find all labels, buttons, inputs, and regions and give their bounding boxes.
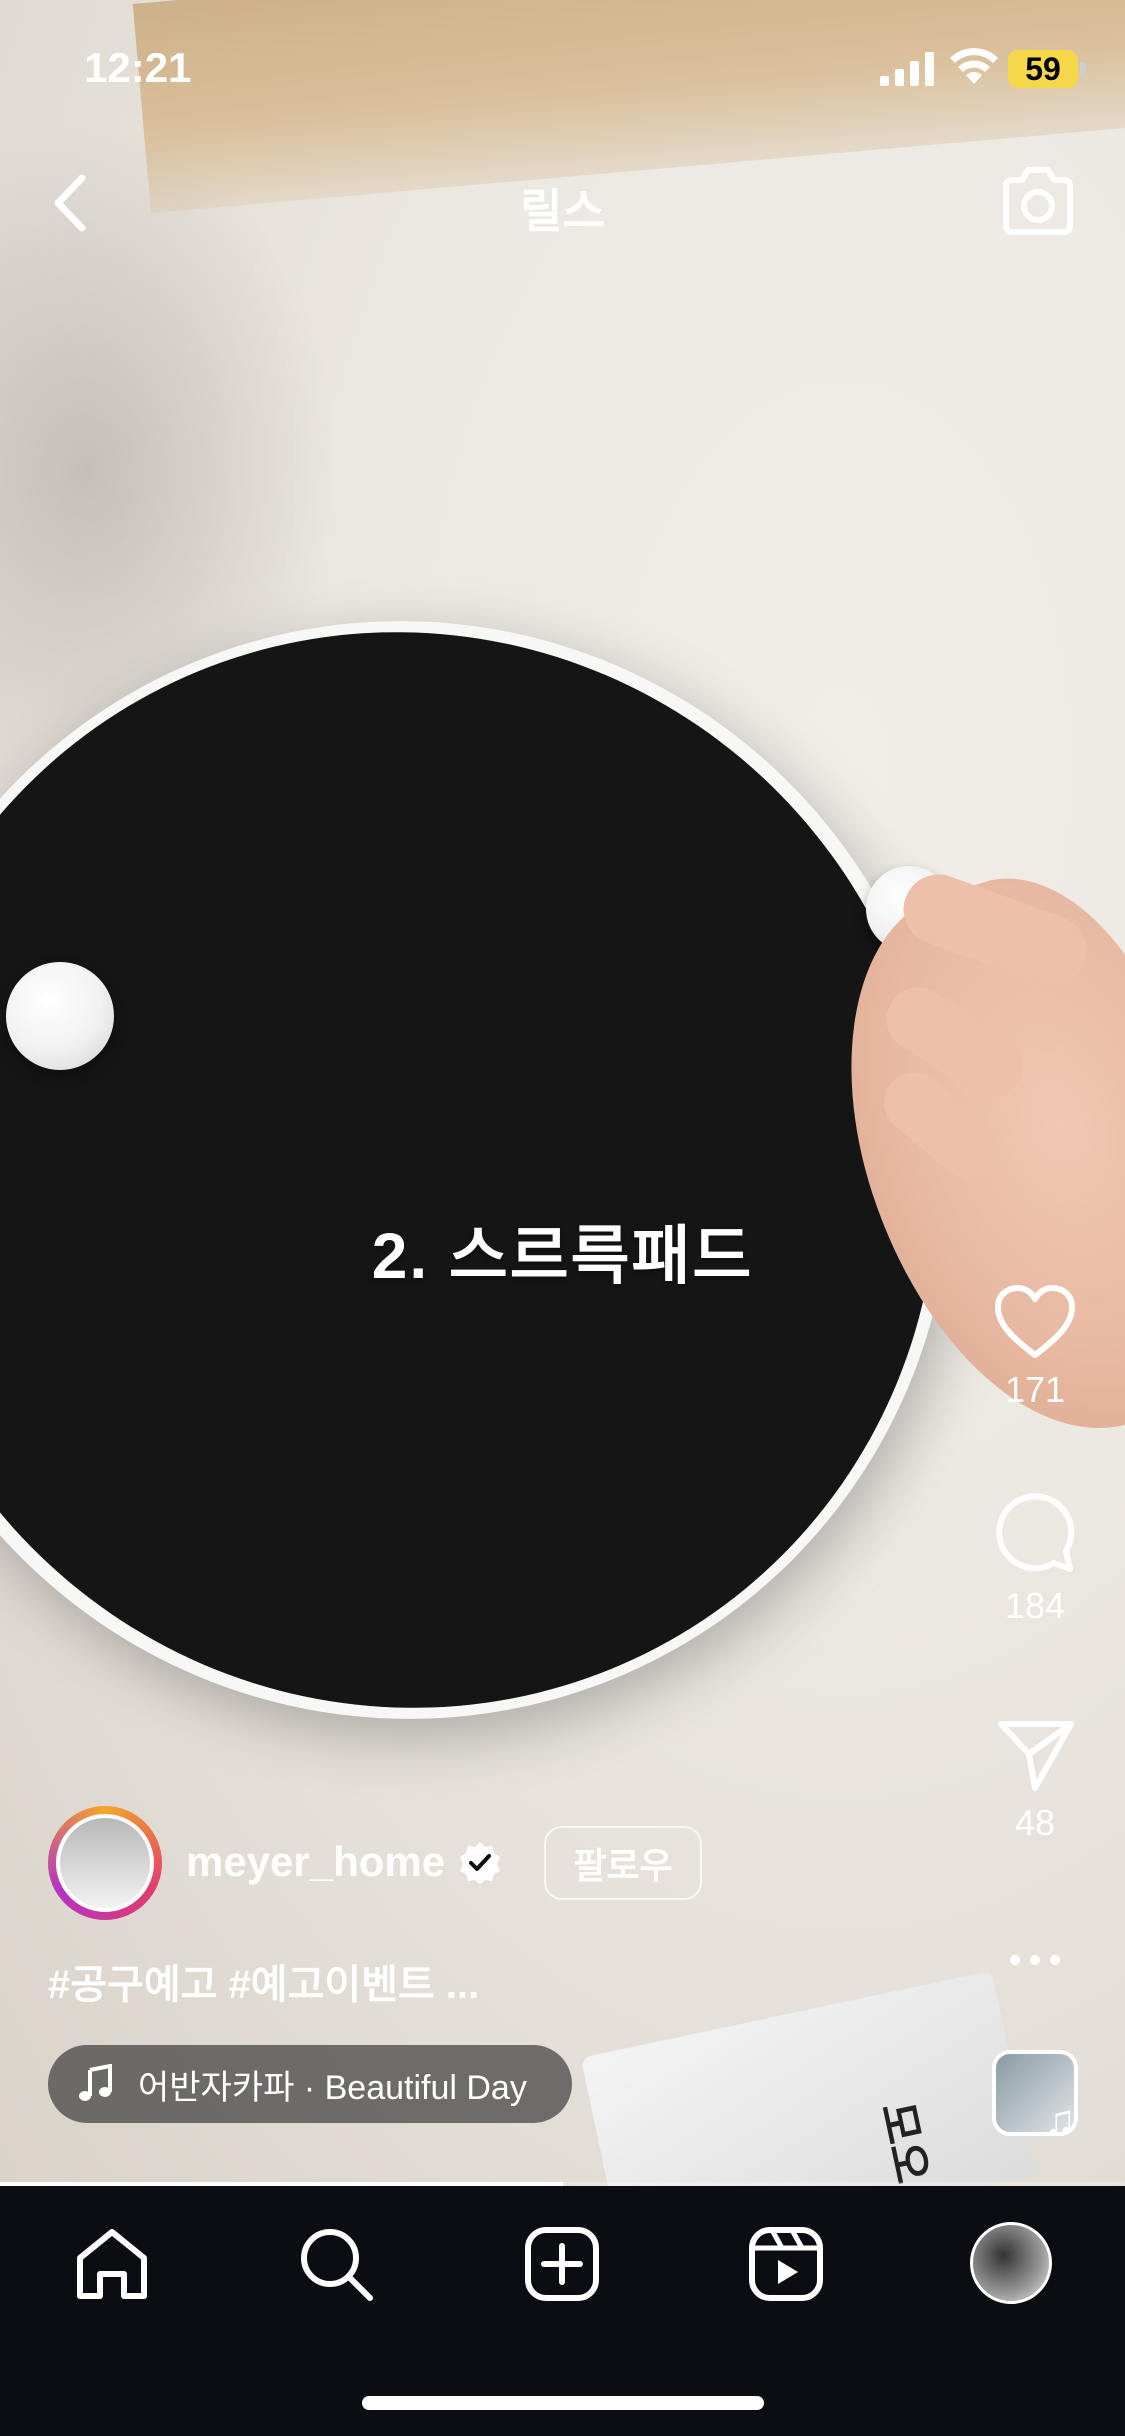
like-count: 171: [1004, 1369, 1066, 1410]
avatar[interactable]: [56, 1814, 154, 1912]
more-options-icon[interactable]: [1005, 1940, 1065, 1980]
heart-icon[interactable]: [960, 1285, 1110, 1359]
cellular-signal-icon: [880, 52, 934, 86]
music-note-icon: ♫: [1044, 2096, 1076, 2143]
home-indicator: [362, 2396, 764, 2410]
share-count: 48: [1014, 1802, 1056, 1843]
send-icon[interactable]: [960, 1718, 1110, 1792]
status-bar: 12:21 59: [0, 0, 1125, 140]
audio-label: 어반자카파 · Beautiful Day: [138, 2068, 527, 2107]
music-note-icon: [79, 2064, 112, 2101]
create-icon[interactable]: [522, 2224, 602, 2304]
video-overlay-text: 2. 스르륵패드: [371, 1220, 754, 1292]
product-bag: [580, 1970, 1036, 2186]
post-caption[interactable]: #공구예고 #예고이벤트 ...: [48, 1952, 479, 2010]
reels-icon[interactable]: [746, 2224, 826, 2304]
comment-count: 184: [1004, 1585, 1066, 1626]
profile-avatar[interactable]: [970, 2222, 1052, 2304]
audio-pill[interactable]: 어반자카파 · Beautiful Day: [48, 2045, 572, 2123]
like-action[interactable]: 171: [960, 1285, 1110, 1411]
comment-action[interactable]: 184: [960, 1493, 1110, 1627]
share-action[interactable]: 48: [960, 1718, 1110, 1844]
comment-icon[interactable]: [960, 1493, 1110, 1575]
follow-button[interactable]: 팔로우: [544, 1826, 702, 1900]
username[interactable]: meyer_home: [186, 1838, 445, 1886]
camera-icon[interactable]: [998, 164, 1078, 240]
search-icon[interactable]: [296, 2224, 376, 2304]
battery-indicator: 59: [1008, 50, 1078, 88]
slide-pad-left: [6, 962, 114, 1070]
home-icon[interactable]: [72, 2224, 152, 2304]
verified-badge-icon: [460, 1842, 500, 1884]
wifi-icon: [950, 48, 998, 84]
page-title: 릴스: [520, 185, 605, 237]
battery-tip: [1080, 62, 1086, 76]
status-time: 12:21: [84, 44, 192, 91]
